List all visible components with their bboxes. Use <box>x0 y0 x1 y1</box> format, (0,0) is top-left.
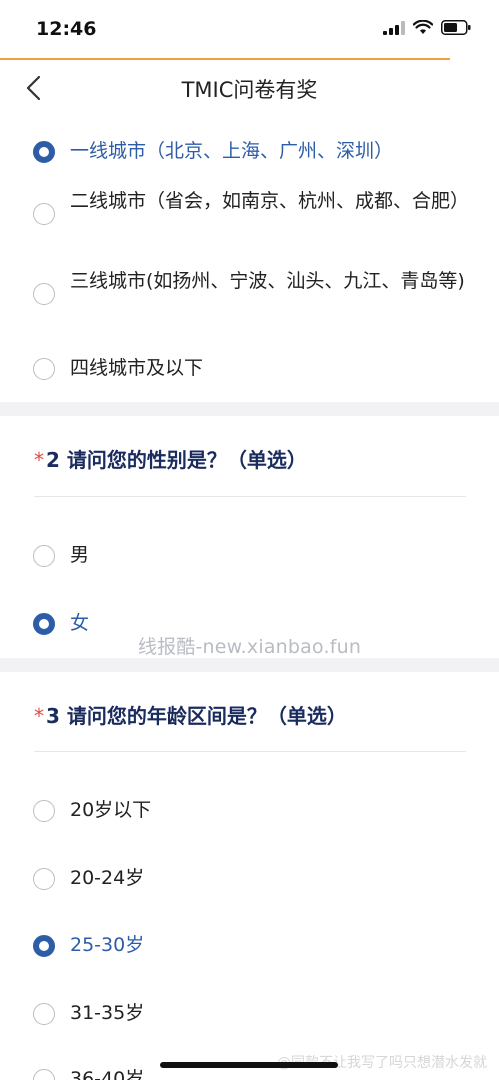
radio-icon[interactable] <box>33 545 55 567</box>
question-3-text: 3 请问您的年龄区间是？（单选） <box>46 704 347 728</box>
option-label: 一线城市（北京、上海、广州、深圳） <box>70 140 394 162</box>
option-tier2-city[interactable]: 二线城市（省会，如南京、杭州、成都、合肥） <box>0 186 499 246</box>
radio-checked-icon[interactable] <box>33 935 55 957</box>
nav-bar: TMIC问卷有奖 <box>0 60 499 116</box>
option-label: 三线城市(如扬州、宁波、汕头、九江、青岛等) <box>70 270 465 292</box>
question-2-section: * 2 请问您的性别是？（单选） 男 女 <box>0 416 499 658</box>
cellular-signal-icon <box>383 20 405 35</box>
radio-icon[interactable] <box>33 283 55 305</box>
option-age-under-20[interactable]: 20岁以下 <box>0 793 499 833</box>
section-gap <box>0 402 499 416</box>
required-marker: * <box>34 448 44 472</box>
option-male[interactable]: 男 <box>0 538 499 578</box>
option-label: 20-24岁 <box>70 867 145 889</box>
option-label: 四线城市及以下 <box>70 357 204 379</box>
option-tier3-city[interactable]: 三线城市(如扬州、宁波、汕头、九江、青岛等) <box>0 268 499 328</box>
radio-icon[interactable] <box>33 1003 55 1025</box>
divider <box>34 751 466 752</box>
radio-icon[interactable] <box>33 868 55 890</box>
option-label: 31-35岁 <box>70 1002 145 1024</box>
option-label: 二线城市（省会，如南京、杭州、成都、合肥） <box>70 190 470 212</box>
option-tier1-city[interactable]: 一线城市（北京、上海、广州、深圳） <box>0 126 499 166</box>
question-3-title: * 3 请问您的年龄区间是？（单选） <box>34 700 347 729</box>
radio-icon[interactable] <box>33 800 55 822</box>
question-3-section: * 3 请问您的年龄区间是？（单选） 20岁以下 20-24岁 25-30岁 31… <box>0 672 499 1080</box>
section-gap <box>0 658 499 672</box>
radio-icon[interactable] <box>33 358 55 380</box>
option-age-31-35[interactable]: 31-35岁 <box>0 996 499 1036</box>
radio-checked-icon[interactable] <box>33 141 55 163</box>
option-label: 25-30岁 <box>70 934 145 956</box>
option-age-25-30[interactable]: 25-30岁 <box>0 928 499 968</box>
radio-icon[interactable] <box>33 1069 55 1080</box>
status-bar: 12:46 <box>0 0 499 58</box>
wifi-icon <box>413 20 433 34</box>
radio-icon[interactable] <box>33 203 55 225</box>
page-title: TMIC问卷有奖 <box>181 78 318 102</box>
option-label: 20岁以下 <box>70 799 152 821</box>
required-marker: * <box>34 704 44 728</box>
question-1-section: 一线城市（北京、上海、广州、深圳） 二线城市（省会，如南京、杭州、成都、合肥） … <box>0 116 499 402</box>
watermark-text: 线报酷-new.xianbao.fun <box>137 636 362 658</box>
question-2-title: * 2 请问您的性别是？（单选） <box>34 444 307 473</box>
question-2-text: 2 请问您的性别是？（单选） <box>46 448 307 472</box>
status-time: 12:46 <box>36 18 97 40</box>
option-label: 男 <box>70 544 90 566</box>
battery-icon <box>441 20 471 35</box>
status-icons <box>383 20 471 35</box>
option-tier4-city[interactable]: 四线城市及以下 <box>0 346 499 386</box>
option-age-20-24[interactable]: 20-24岁 <box>0 861 499 901</box>
divider <box>34 496 466 497</box>
home-indicator[interactable] <box>160 1062 338 1068</box>
